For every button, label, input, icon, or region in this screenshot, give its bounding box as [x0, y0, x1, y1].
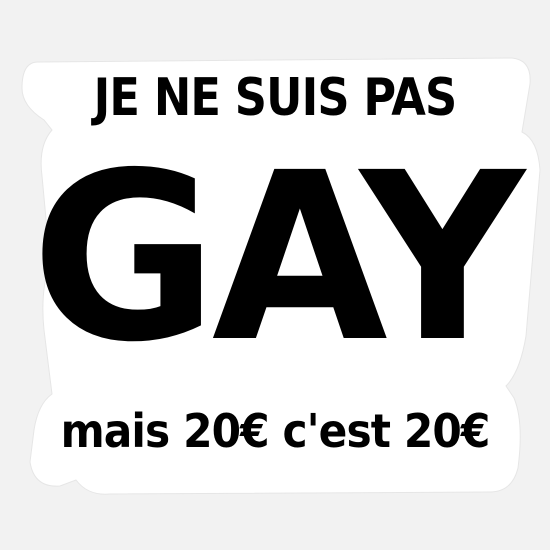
sticker-text-bottom: mais 20€ c'est 20€ — [60, 404, 491, 458]
product-image: JE NE SUIS PAS GAY mais 20€ c'est 20€ — [0, 0, 550, 550]
sticker-text-main: GAY — [31, 123, 525, 393]
sticker-text-top: JE NE SUIS PAS — [93, 68, 458, 128]
